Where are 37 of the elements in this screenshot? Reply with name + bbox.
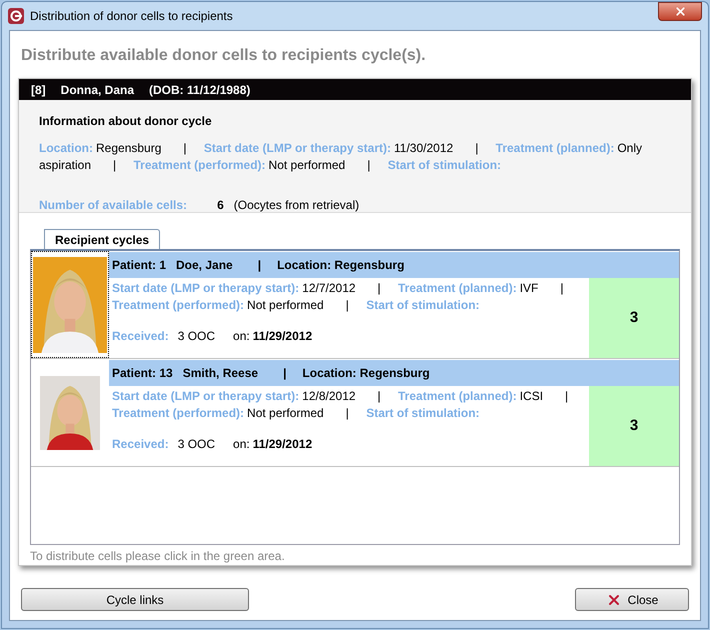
cycle-details: Start date (LMP or therapy start): 12/7/2012 | Treatment (planned): IVF | Treatment (performed): Not performed | Start of stimulation: — [112, 280, 564, 314]
donor-dob: (DOB: 11/12/1988) — [149, 82, 250, 98]
close-icon — [674, 5, 686, 18]
field-label: Received: — [112, 328, 169, 345]
separator: | — [283, 365, 286, 382]
distribute-area[interactable]: 3 — [589, 278, 679, 358]
close-window-button[interactable] — [658, 2, 702, 21]
received-date: 11/29/2012 — [252, 436, 312, 453]
patient-name: Smith, Reese — [182, 365, 258, 382]
field-label: Number of available cells: — [39, 197, 188, 214]
patient-name: Doe, Jane — [176, 257, 233, 274]
available-note: (Oocytes from retrieval) — [234, 197, 360, 214]
hint-text: To distribute cells please click in the green area. — [30, 548, 286, 565]
patient-number: Patient: 1 — [112, 257, 166, 274]
patient-location: Location: Regensburg — [302, 365, 430, 382]
cycle-links-button[interactable]: Cycle links — [21, 588, 249, 611]
available-count: 6 — [217, 197, 224, 214]
tab[interactable]: Recipient cycles — [44, 229, 160, 249]
received-value: 3 OOC — [178, 436, 216, 453]
cycle-details: Start date (LMP or therapy start): 12/8/2012 | Treatment (planned): ICSI | Treatment (performed): Not performed | Start of stimulation: — [112, 388, 570, 422]
separator: | — [258, 257, 262, 274]
close-button[interactable]: Close — [575, 588, 689, 611]
on-label: on: — [233, 436, 250, 453]
cycle-details: Location: Regensburg | Start date (LMP or therapy start): 11/30/2012 | Treatment (planned): Only aspiration | Treatment (performed): Not performed | Start of stimulation: — [39, 140, 644, 174]
donor-number: [8] — [31, 82, 46, 98]
section-title: Information about donor cycle — [39, 113, 213, 130]
patient-number: Patient: 13 — [112, 365, 173, 382]
distribute-area[interactable]: 3 — [589, 386, 679, 466]
on-label: on: — [233, 328, 250, 345]
app-logo-icon — [8, 8, 24, 24]
received-value: 3 OOC — [178, 328, 216, 345]
window-title: Distribution of donor cells to recipients — [30, 8, 233, 25]
field-label: Received: — [112, 436, 169, 453]
patient-location: Location: Regensburg — [277, 257, 404, 274]
donor-name: Donna, Dana — [60, 82, 134, 98]
dialog-heading: Distribute available donor cells to recipients cycle(s). — [21, 46, 427, 66]
received-date: 11/29/2012 — [252, 328, 312, 345]
